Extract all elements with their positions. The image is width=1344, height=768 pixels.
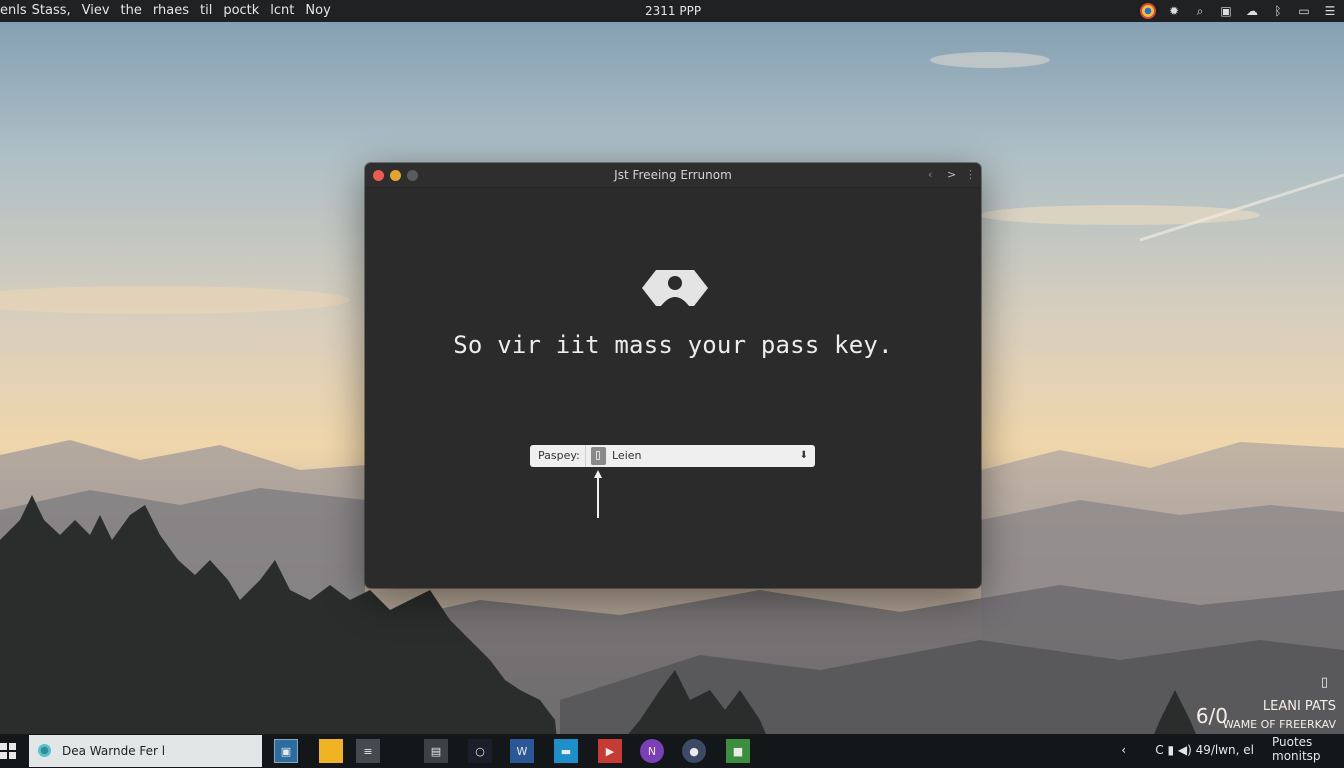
- passkey-dialog: Jst Freeing Errunom ‹ > ⋮ So vir iit mas…: [365, 163, 981, 588]
- desktop: enls Stass, Viev the rhaes til poctk lcn…: [0, 0, 1344, 768]
- passkey-cursor-icon[interactable]: [591, 447, 606, 465]
- passkey-input[interactable]: Leien: [612, 445, 642, 467]
- bluetooth-icon[interactable]: ᛒ: [1270, 3, 1286, 19]
- passkey-prompt: So vir iit mass your pass key.: [453, 331, 893, 359]
- search-icon: [38, 744, 51, 757]
- file-manager-icon[interactable]: ▣: [274, 739, 298, 763]
- passkey-label: Paspey:: [538, 449, 580, 462]
- pointer-arrow-icon: [594, 470, 602, 518]
- menu-item[interactable]: Stass,: [32, 0, 71, 22]
- store-icon[interactable]: ■: [726, 739, 750, 763]
- start-pane-icon: [0, 752, 7, 759]
- menubar-clock: 2311 PPP: [645, 4, 702, 18]
- notes-icon[interactable]: ▤: [424, 739, 448, 763]
- forward-button[interactable]: >: [947, 167, 956, 183]
- gear-icon[interactable]: ✹: [1166, 3, 1182, 19]
- top-menu-bar: enls Stass, Viev the rhaes til poctk lcn…: [0, 0, 1344, 22]
- notification-text[interactable]: Puotes monitsp: [1272, 735, 1336, 763]
- onenote-icon[interactable]: N: [640, 739, 664, 763]
- tray-status[interactable]: C ▮ ◀) 49/lwn, el: [1155, 743, 1254, 757]
- menu-item[interactable]: poctk: [223, 0, 259, 22]
- menu-item[interactable]: rhaes: [153, 0, 189, 22]
- taskbar: Dea Warnde Fer l ▣ ≡ ▤ ○ W ▬ ▶ N ● ■ ‹ C…: [0, 734, 1344, 768]
- browser-icon[interactable]: [1140, 3, 1156, 19]
- explorer-icon[interactable]: ▬: [554, 739, 578, 763]
- taskbar-search[interactable]: Dea Warnde Fer l: [29, 735, 262, 767]
- passkey-field[interactable]: Paspey: Leien ⬇: [530, 445, 815, 467]
- chrome-icon[interactable]: [319, 739, 343, 763]
- field-divider: [585, 445, 586, 467]
- menubar-tray: ✹ ⌕ ▣ ☁ ᛒ ▭ ☰: [1130, 0, 1338, 22]
- watermark-line1: LEANI PATS: [1262, 699, 1336, 714]
- start-pane-icon: [9, 743, 16, 750]
- menu-items: enls Stass, Viev the rhaes til poctk lcn…: [0, 0, 342, 22]
- list-icon[interactable]: ☰: [1322, 3, 1338, 19]
- menu-item[interactable]: Noy: [305, 0, 330, 22]
- watermark-line2: WAME OF FREERKAV: [1222, 718, 1336, 731]
- task-view-icon[interactable]: ≡: [356, 739, 380, 763]
- back-button[interactable]: ‹: [928, 167, 932, 183]
- search-input[interactable]: Dea Warnde Fer l: [62, 735, 165, 767]
- display-icon[interactable]: ▭: [1296, 3, 1312, 19]
- start-pane-icon: [0, 743, 7, 750]
- search-icon[interactable]: ⌕: [1192, 3, 1208, 19]
- github-icon[interactable]: ●: [682, 739, 706, 763]
- start-pane-icon: [9, 752, 16, 759]
- dialog-title: Jst Freeing Errunom: [614, 168, 732, 182]
- window-icon[interactable]: ▣: [1218, 3, 1234, 19]
- media-icon[interactable]: ▶: [598, 739, 622, 763]
- dialog-titlebar[interactable]: Jst Freeing Errunom ‹ > ⋮: [365, 163, 981, 188]
- dropdown-arrow-icon[interactable]: ⬇: [800, 445, 808, 467]
- user-account-icon: [642, 270, 708, 306]
- menu-item[interactable]: til: [200, 0, 212, 22]
- chevron-left-icon[interactable]: ‹: [1121, 743, 1126, 757]
- start-button[interactable]: [0, 743, 16, 759]
- word-icon[interactable]: W: [510, 739, 534, 763]
- more-options-button[interactable]: ⋮: [965, 167, 976, 183]
- cloud-icon[interactable]: ☁: [1244, 3, 1260, 19]
- menu-item[interactable]: lcnt: [270, 0, 294, 22]
- clipboard-icon: ▯: [1320, 675, 1328, 690]
- menu-item[interactable]: Viev: [82, 0, 110, 22]
- cortana-icon[interactable]: ○: [468, 739, 492, 763]
- menu-item[interactable]: enls: [0, 0, 27, 22]
- menu-item[interactable]: the: [121, 0, 142, 22]
